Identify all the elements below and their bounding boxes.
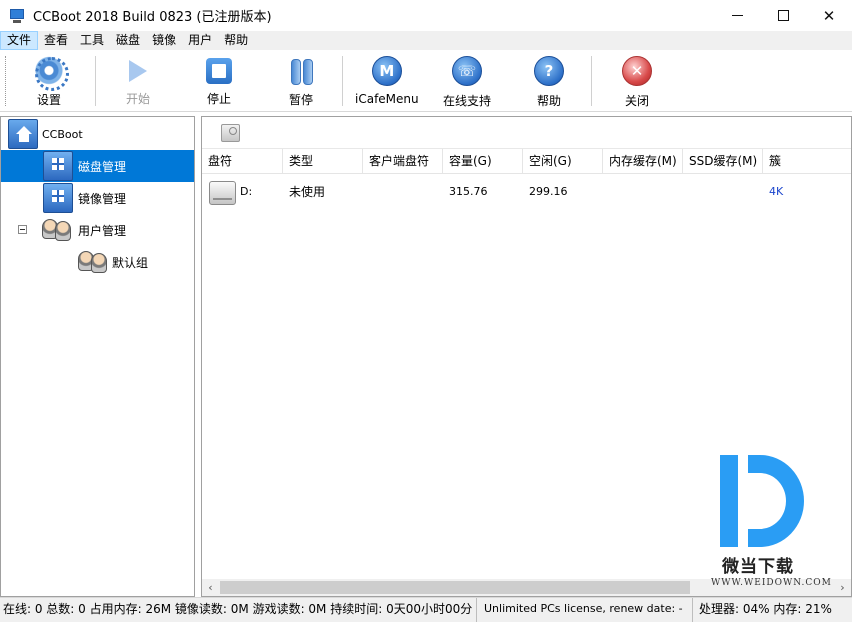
scroll-right-icon[interactable]: › (834, 579, 851, 596)
column-header-cluster[interactable]: 簇 (763, 149, 851, 174)
table-row[interactable]: D: 未使用 315.76 299.16 4K (202, 177, 851, 207)
weidown-logo-icon (720, 455, 804, 547)
online-support-button[interactable]: ☏ 在线支持 (443, 54, 491, 108)
tree-item-ccboot[interactable]: CCBoot (1, 118, 194, 150)
title-bar: CCBoot 2018 Build 0823 (已注册版本) ✕ (0, 0, 852, 31)
scroll-left-icon[interactable]: ‹ (202, 579, 219, 596)
column-header-type[interactable]: 类型 (283, 149, 363, 174)
maximize-button[interactable] (760, 0, 806, 31)
scrollbar-thumb[interactable] (220, 581, 690, 594)
settings-label: 设置 (36, 93, 61, 107)
menu-image[interactable]: 镜像 (146, 31, 182, 50)
stop-button[interactable]: 停止 (206, 54, 232, 108)
icafemenu-button[interactable]: M iCafeMenu (355, 54, 419, 108)
tree-item-label: 磁盘管理 (78, 159, 127, 174)
question-icon: ? (534, 56, 564, 86)
app-monitor-icon (9, 8, 25, 24)
close-label: 关闭 (624, 94, 649, 108)
gear-icon (34, 56, 69, 91)
toolbar-separator (591, 56, 592, 106)
status-cpu-memory: 处理器: 04% 内存: 21% (692, 598, 852, 622)
settings-button[interactable]: 设置 (34, 54, 69, 108)
windows-image-icon (43, 183, 73, 213)
tree-item-user-management[interactable]: 用户管理 (1, 214, 194, 246)
cell-drive: D: (240, 185, 253, 198)
home-icon (8, 119, 38, 149)
tree-item-image-management[interactable]: 镜像管理 (1, 182, 194, 214)
icafemenu-label: iCafeMenu (355, 92, 419, 106)
tree-item-default-group[interactable]: 默认组 (1, 246, 194, 278)
pause-label: 暂停 (288, 93, 313, 107)
close-window-button[interactable]: ✕ (806, 0, 852, 31)
cell-client-drive (363, 177, 369, 207)
main-toolbar: 设置 开始 停止 暂停 M iCafeMenu ☏ 在线支持 ? 帮助 ✕ 关闭 (0, 50, 852, 112)
start-label: 开始 (126, 92, 151, 106)
cell-type: 未使用 (289, 185, 326, 199)
tree-item-label: 用户管理 (78, 223, 127, 238)
navigation-tree: CCBoot 磁盘管理 镜像管理 用户管理 默认组 (0, 116, 195, 597)
windows-disk-icon (43, 151, 73, 181)
menu-help[interactable]: 帮助 (218, 31, 254, 50)
watermark-text-cn: 微当下载 (722, 557, 794, 577)
toolbar-separator (95, 56, 96, 106)
tree-item-label: CCBoot (42, 127, 83, 141)
menu-bar: 文件 查看 工具 磁盘 镜像 用户 帮助 (0, 31, 852, 50)
collapse-toggle-icon[interactable] (18, 225, 27, 234)
tree-item-label: 默认组 (112, 255, 149, 270)
table-header: 盘符 类型 客户端盘符 容量(G) 空闲(G) 内存缓存(M) SSD缓存(M)… (202, 149, 851, 174)
online-support-label: 在线支持 (443, 94, 492, 108)
cell-mem-cache (603, 177, 609, 207)
column-header-drive[interactable]: 盘符 (202, 149, 283, 174)
menu-disk[interactable]: 磁盘 (110, 31, 146, 50)
status-bar: 在线: 0 总数: 0 占用内存: 26M 镜像读数: 0M 游戏读数: 0M … (0, 597, 852, 622)
help-label: 帮助 (536, 94, 561, 108)
window-title: CCBoot 2018 Build 0823 (已注册版本) (33, 10, 272, 25)
maximize-icon (777, 10, 789, 21)
menu-tools[interactable]: 工具 (74, 31, 110, 50)
play-icon (129, 60, 147, 82)
tree-item-label: 镜像管理 (78, 191, 127, 206)
column-header-mem-cache[interactable]: 内存缓存(M) (603, 149, 683, 174)
menu-user[interactable]: 用户 (182, 31, 218, 50)
cell-free: 299.16 (529, 185, 568, 198)
toolbar-grip[interactable] (5, 56, 7, 106)
status-stats: 在线: 0 总数: 0 占用内存: 26M 镜像读数: 0M 游戏读数: 0M … (3, 602, 473, 616)
phone-icon: ☏ (452, 56, 482, 86)
column-header-capacity[interactable]: 容量(G) (443, 149, 523, 174)
toolbar-separator (342, 56, 343, 106)
close-icon: ✕ (822, 6, 836, 25)
watermark: 微当下载 WWW.WEIDOWN.COM (706, 455, 831, 595)
pause-button[interactable]: 暂停 (286, 54, 316, 108)
column-header-ssd-cache[interactable]: SSD缓存(M) (683, 149, 763, 174)
cell-cluster[interactable]: 4K (763, 177, 783, 207)
watermark-text-en: WWW.WEIDOWN.COM (711, 578, 832, 588)
icafemenu-icon: M (371, 56, 402, 86)
pane-toolbar (202, 117, 851, 149)
start-button[interactable]: 开始 (126, 54, 150, 108)
cell-ssd-cache (683, 177, 689, 207)
minimize-icon (731, 15, 743, 16)
users-icon (42, 215, 72, 245)
stop-label: 停止 (206, 92, 231, 106)
users-icon (78, 247, 108, 277)
disk-icon[interactable] (221, 124, 240, 142)
tree-item-disk-management[interactable]: 磁盘管理 (1, 150, 194, 182)
pause-icon (286, 56, 316, 85)
cell-capacity: 315.76 (449, 185, 488, 198)
menu-file[interactable]: 文件 (0, 31, 39, 50)
status-license: Unlimited PCs license, renew date: - (476, 598, 691, 622)
column-header-free[interactable]: 空闲(G) (523, 149, 603, 174)
close-button[interactable]: ✕ 关闭 (622, 54, 652, 108)
minimize-button[interactable] (714, 0, 760, 31)
column-header-client-drive[interactable]: 客户端盘符 (363, 149, 443, 174)
stop-icon (206, 58, 232, 84)
close-circle-icon: ✕ (622, 56, 652, 86)
help-button[interactable]: ? 帮助 (534, 54, 564, 108)
hard-drive-icon (209, 181, 236, 205)
menu-view[interactable]: 查看 (38, 31, 74, 50)
